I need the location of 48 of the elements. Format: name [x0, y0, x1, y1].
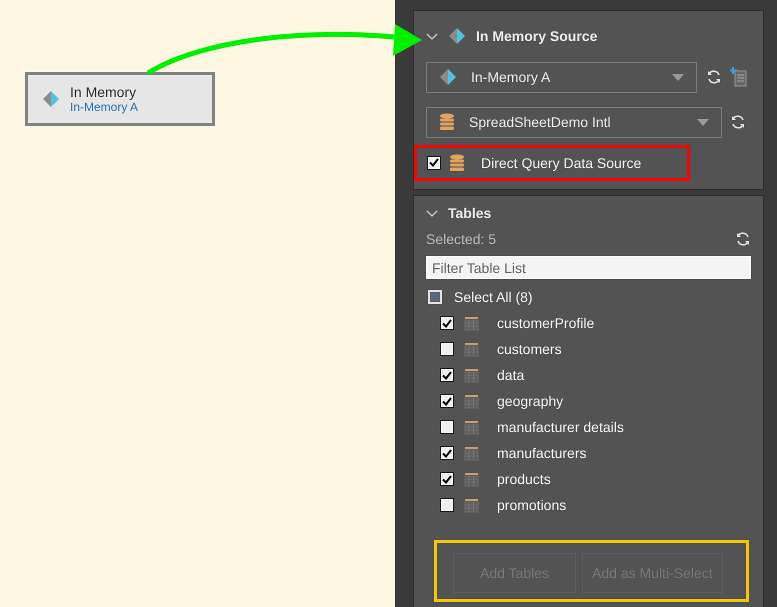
- direct-query-label: Direct Query Data Source: [481, 154, 642, 171]
- table-name[interactable]: customers: [497, 341, 562, 357]
- checkbox[interactable]: [440, 368, 454, 382]
- connection-dropdown[interactable]: In-Memory A: [426, 62, 697, 93]
- table-icon: [464, 342, 479, 356]
- diamond-icon: [439, 68, 457, 86]
- node-subtitle: In-Memory A: [70, 100, 138, 114]
- node-title: In Memory: [70, 84, 138, 100]
- table-icon: [464, 472, 479, 486]
- section-title: Tables: [448, 205, 492, 221]
- direct-query-icon: [449, 154, 465, 172]
- checkbox[interactable]: [427, 156, 441, 170]
- checkbox[interactable]: [440, 420, 454, 434]
- checkbox[interactable]: [440, 316, 454, 330]
- table-name[interactable]: manufacturers: [497, 445, 586, 461]
- table-icon: [464, 368, 479, 382]
- diamond-icon: [448, 27, 466, 46]
- caret-icon: [697, 118, 709, 126]
- checkbox[interactable]: [440, 342, 454, 356]
- table-name[interactable]: data: [497, 367, 524, 383]
- table-icon: [464, 420, 479, 434]
- checkbox[interactable]: [440, 446, 454, 460]
- checkbox[interactable]: [440, 498, 454, 512]
- selected-count: Selected: 5: [426, 231, 496, 247]
- table-name[interactable]: promotions: [497, 497, 566, 513]
- table-icon: [464, 316, 479, 330]
- caret-icon: [672, 74, 684, 81]
- refresh-icon[interactable]: [735, 231, 751, 247]
- table-name[interactable]: manufacturer details: [497, 419, 624, 435]
- table-name[interactable]: customerProfile: [497, 315, 594, 331]
- table-icon: [464, 446, 479, 460]
- source-node[interactable]: In Memory In-Memory A: [25, 72, 215, 126]
- refresh-icon[interactable]: [730, 114, 746, 130]
- select-all-checkbox[interactable]: [428, 290, 442, 304]
- refresh-icon[interactable]: [706, 69, 722, 86]
- checkbox[interactable]: [440, 472, 454, 486]
- table-icon: [464, 498, 479, 512]
- database-icon: [439, 113, 455, 132]
- select-all-label: Select All (8): [454, 289, 533, 305]
- section-title: In Memory Source: [476, 28, 598, 44]
- table-name[interactable]: products: [497, 471, 551, 487]
- database-dropdown[interactable]: SpreadSheetDemo Intl: [426, 106, 722, 138]
- diamond-icon: [42, 90, 60, 108]
- filter-field[interactable]: Filter Table List: [426, 256, 751, 279]
- table-name[interactable]: geography: [497, 393, 564, 409]
- checkbox[interactable]: [440, 394, 454, 408]
- add-connection-icon[interactable]: [730, 67, 748, 88]
- table-icon: [464, 394, 479, 408]
